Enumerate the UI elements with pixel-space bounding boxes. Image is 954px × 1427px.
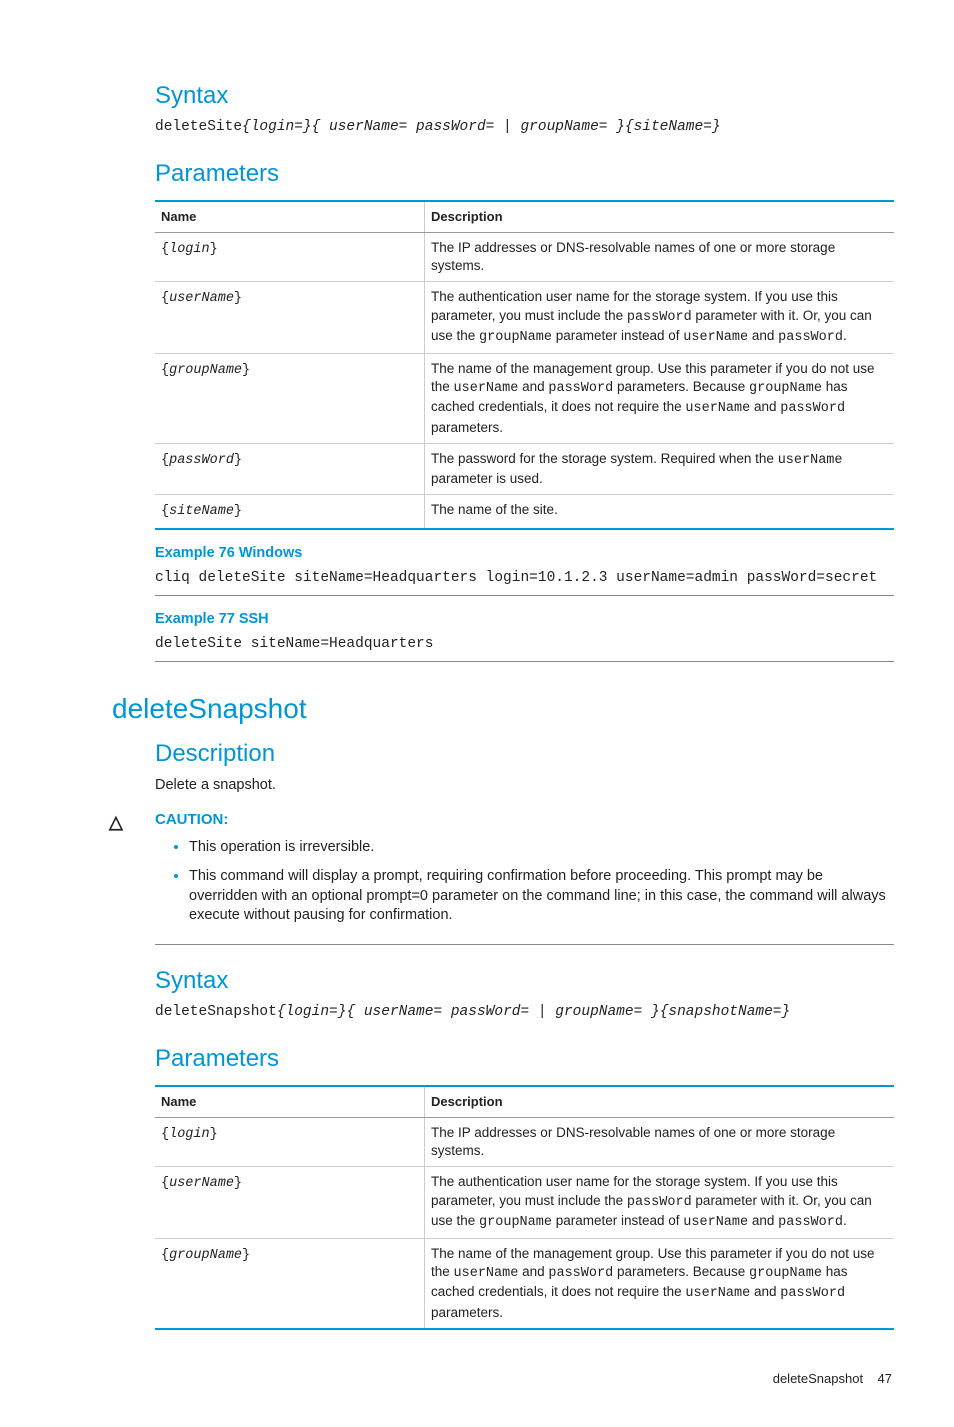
col-name: Name — [155, 201, 425, 232]
example-code-76: cliq deleteSite siteName=Headquarters lo… — [155, 567, 894, 596]
param-name: userName — [169, 1176, 234, 1191]
syntax-cmd: deleteSnapshot — [155, 1004, 277, 1020]
table-row: {userName} The authentication user name … — [155, 282, 894, 354]
description-heading: Description — [155, 738, 894, 770]
param-desc: The authentication user name for the sto… — [425, 282, 895, 354]
param-name: login — [169, 242, 210, 257]
syntax-heading: Syntax — [155, 80, 894, 112]
parameters-table-deletesite: Name Description {login} The IP addresse… — [155, 200, 894, 529]
caution-list: This operation is irreversible. This com… — [155, 836, 894, 945]
page-number: 47 — [878, 1371, 892, 1386]
param-name: passWord — [169, 453, 234, 468]
param-desc: The name of the site. — [425, 495, 895, 529]
example-title-76: Example 76 Windows — [155, 544, 894, 564]
table-row: {login} The IP addresses or DNS-resolvab… — [155, 1117, 894, 1166]
param-name: groupName — [169, 363, 242, 378]
param-desc: The name of the management group. Use th… — [425, 353, 895, 443]
param-desc: The password for the storage system. Req… — [425, 443, 895, 494]
footer-label: deleteSnapshot — [773, 1371, 863, 1386]
caution-label: CAUTION: — [155, 810, 894, 830]
param-desc: The name of the management group. Use th… — [425, 1239, 895, 1329]
param-desc: The IP addresses or DNS-resolvable names… — [425, 232, 895, 281]
description-text: Delete a snapshot. — [155, 776, 894, 796]
caution-block: △ CAUTION: This operation is irreversibl… — [155, 810, 894, 946]
col-desc: Description — [425, 201, 895, 232]
syntax-cmd: deleteSite — [155, 119, 242, 135]
param-desc: The IP addresses or DNS-resolvable names… — [425, 1117, 895, 1166]
syntax-heading: Syntax — [155, 965, 894, 997]
col-name: Name — [155, 1086, 425, 1117]
command-heading-deletesnapshot: deleteSnapshot — [112, 690, 894, 728]
table-row: {groupName} The name of the management g… — [155, 1239, 894, 1329]
example-title-77: Example 77 SSH — [155, 610, 894, 630]
parameters-heading: Parameters — [155, 158, 894, 190]
param-name: userName — [169, 291, 234, 306]
example-code-77: deleteSite siteName=Headquarters — [155, 633, 894, 662]
parameters-heading: Parameters — [155, 1043, 894, 1075]
list-item: This command will display a prompt, requ… — [189, 865, 894, 926]
param-name: siteName — [169, 504, 234, 519]
table-row: {groupName} The name of the management g… — [155, 353, 894, 443]
table-row: {userName} The authentication user name … — [155, 1167, 894, 1239]
list-item: This operation is irreversible. — [189, 836, 894, 858]
parameters-table-deletesnapshot: Name Description {login} The IP addresse… — [155, 1085, 894, 1330]
param-name: login — [169, 1127, 210, 1142]
syntax-line-deletesite: deleteSite{login=}{ userName= passWord= … — [155, 118, 894, 138]
syntax-line-deletesnapshot: deleteSnapshot{login=}{ userName= passWo… — [155, 1003, 894, 1023]
syntax-params: {login=}{ userName= passWord= | groupNam… — [277, 1004, 790, 1020]
syntax-params: {login=}{ userName= passWord= | groupNam… — [242, 119, 721, 135]
table-row: {login} The IP addresses or DNS-resolvab… — [155, 232, 894, 281]
caution-icon: △ — [109, 810, 123, 834]
col-desc: Description — [425, 1086, 895, 1117]
table-row: {siteName} The name of the site. — [155, 495, 894, 529]
param-desc: The authentication user name for the sto… — [425, 1167, 895, 1239]
table-row: {passWord} The password for the storage … — [155, 443, 894, 494]
page-footer: deleteSnapshot 47 — [60, 1370, 894, 1388]
param-name: groupName — [169, 1248, 242, 1263]
